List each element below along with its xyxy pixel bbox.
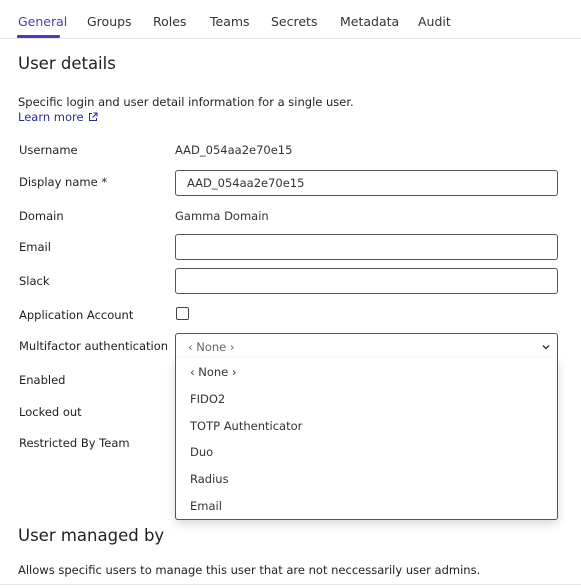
tab-groups[interactable]: Groups <box>87 14 132 29</box>
tab-roles[interactable]: Roles <box>153 14 186 29</box>
mfa-label: Multifactor authentication <box>19 339 169 353</box>
slack-input[interactable] <box>175 268 558 294</box>
user-details-description: Specific login and user detail informati… <box>18 95 354 109</box>
email-label: Email <box>19 240 51 254</box>
chevron-down-icon <box>542 345 550 350</box>
restricted-by-team-label: Restricted By Team <box>19 436 130 450</box>
display-name-input[interactable] <box>175 170 558 196</box>
tab-metadata[interactable]: Metadata <box>340 14 399 29</box>
email-input[interactable] <box>175 234 558 260</box>
user-managed-by-title: User managed by <box>18 526 165 545</box>
application-account-label: Application Account <box>19 308 134 322</box>
domain-label: Domain <box>19 209 64 223</box>
enabled-label: Enabled <box>19 373 66 387</box>
mfa-select[interactable]: ‹ None › <box>175 333 558 359</box>
domain-value: Gamma Domain <box>175 209 269 223</box>
active-tab-indicator <box>17 35 60 38</box>
tab-bar: General Groups Roles Teams Secrets Metad… <box>0 0 581 39</box>
username-label: Username <box>19 143 78 157</box>
mfa-selected-value: ‹ None › <box>188 340 235 354</box>
application-account-checkbox[interactable] <box>176 307 189 320</box>
tab-audit[interactable]: Audit <box>418 14 451 29</box>
mfa-option[interactable]: TOTP Authenticator <box>190 419 302 433</box>
username-value: AAD_054aa2e70e15 <box>175 143 293 157</box>
external-link-icon <box>88 112 98 121</box>
mfa-option[interactable]: Email <box>190 499 222 513</box>
user-details-title: User details <box>18 54 116 73</box>
mfa-option[interactable]: FIDO2 <box>190 392 225 406</box>
learn-more-label: Learn more <box>18 110 84 124</box>
user-managed-by-description: Allows specific users to manage this use… <box>18 563 481 577</box>
tab-teams[interactable]: Teams <box>210 14 250 29</box>
learn-more-link[interactable]: Learn more <box>18 110 98 124</box>
tab-secrets[interactable]: Secrets <box>271 14 317 29</box>
mfa-dropdown-list: ‹ None › FIDO2 TOTP Authenticator Duo Ra… <box>175 358 558 520</box>
mfa-option[interactable]: Radius <box>190 472 229 486</box>
locked-out-label: Locked out <box>19 405 82 419</box>
mfa-option[interactable]: ‹ None › <box>190 365 237 379</box>
slack-label: Slack <box>19 274 50 288</box>
mfa-option[interactable]: Duo <box>190 445 213 459</box>
tab-general[interactable]: General <box>18 14 67 29</box>
display-name-label: Display name * <box>19 175 108 189</box>
divider <box>0 584 581 585</box>
